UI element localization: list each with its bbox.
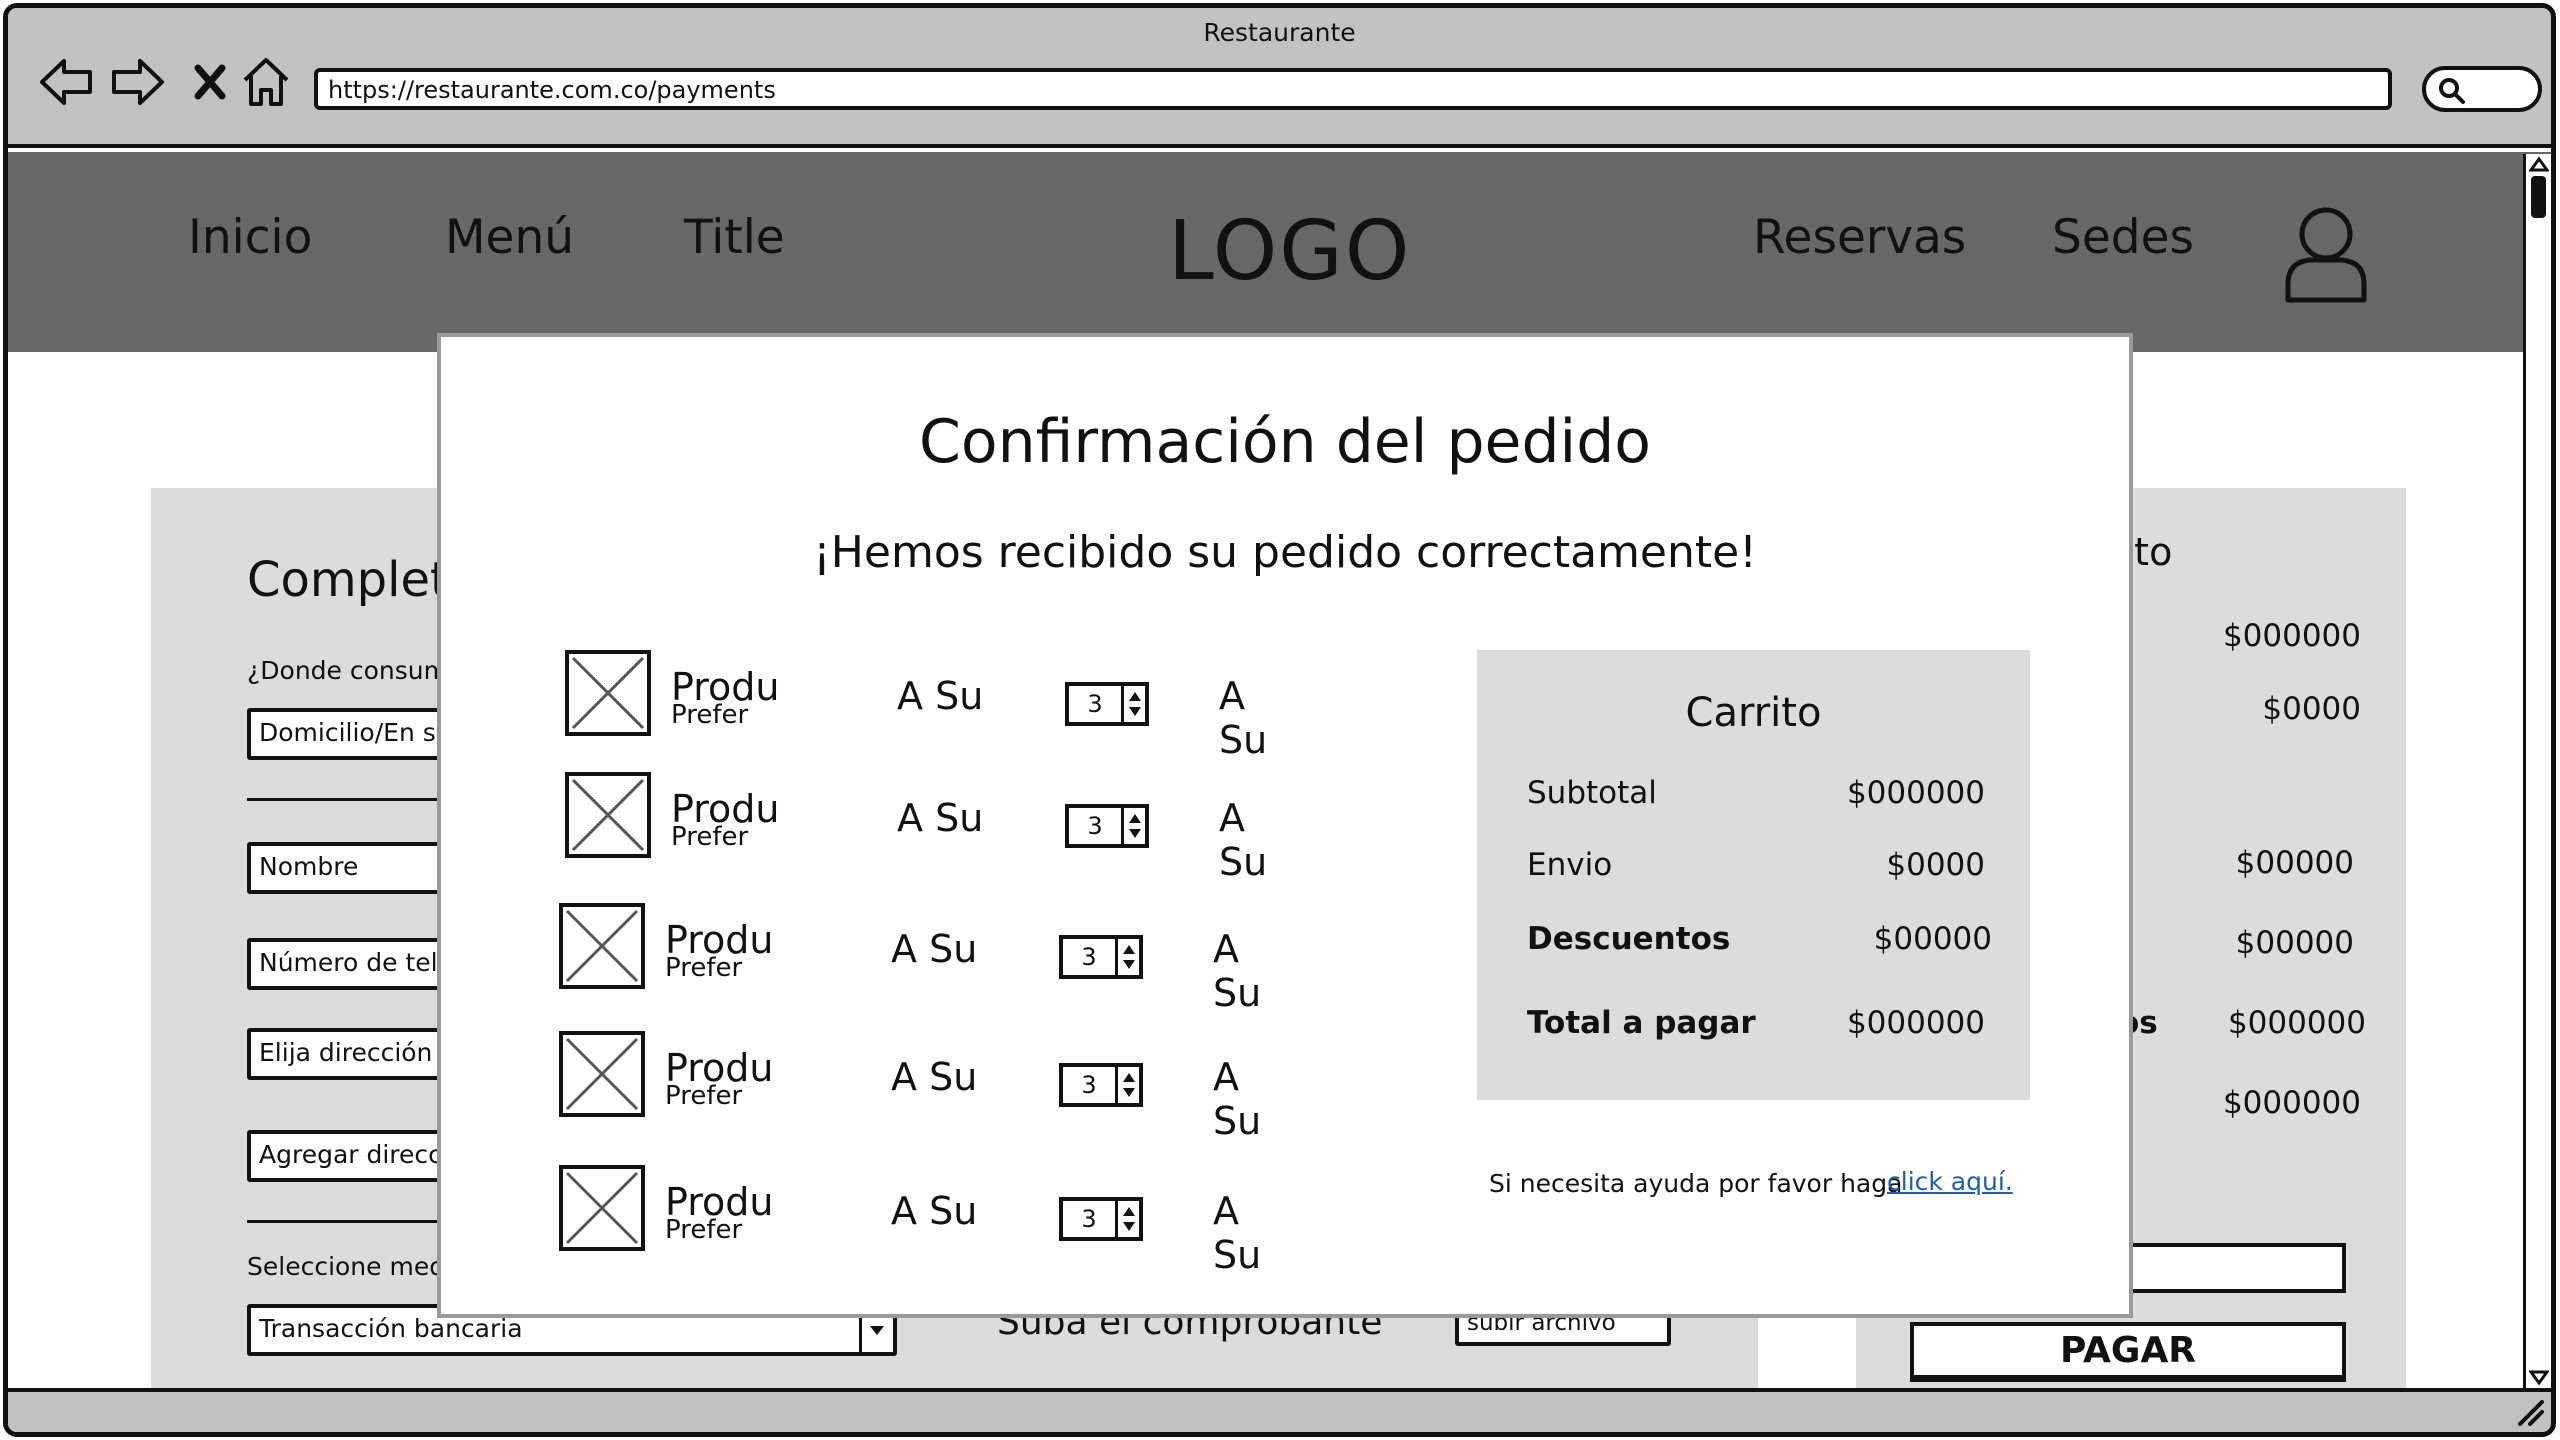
nav-reservas[interactable]: Reservas: [1753, 210, 1966, 265]
item-cell: A Su: [891, 1055, 978, 1099]
envio-value: $0000: [1886, 847, 1985, 883]
product-image-placeholder: [559, 903, 645, 989]
product-description: Prefer: [671, 822, 749, 852]
payment-label: Seleccione med: [247, 1252, 446, 1281]
user-icon[interactable]: [2280, 204, 2372, 308]
url-bar[interactable]: https://restaurante.com.co/payments: [314, 68, 2392, 110]
item-cell: A Su: [897, 674, 984, 718]
divider: [247, 798, 447, 801]
help-link[interactable]: click aquí.: [1887, 1167, 2013, 1196]
modal-title: Confirmación del pedido: [918, 407, 1651, 477]
divider: [247, 1220, 447, 1223]
item-cell: A Su: [891, 1189, 978, 1233]
item-cell: A Su: [1213, 927, 1262, 1015]
total-value: $000000: [1846, 1005, 1985, 1041]
subtotal-label: Subtotal: [1527, 775, 1657, 811]
quantity-stepper[interactable]: 3: [1059, 1063, 1143, 1107]
product-image-placeholder: [559, 1165, 645, 1251]
browser-window: Restaurante https://restaurante.com.co/p…: [3, 3, 2556, 1437]
browser-search-field[interactable]: [2422, 66, 2542, 112]
stepper-arrows-icon[interactable]: [1115, 939, 1139, 975]
order-item-row: Produ Prefer A Su 3 A Su: [559, 1165, 1261, 1277]
coupon-field[interactable]: [2116, 1243, 2346, 1293]
pay-button[interactable]: PAGAR: [1910, 1322, 2346, 1382]
scroll-up-icon[interactable]: [2529, 156, 2549, 172]
quantity-stepper[interactable]: 3: [1065, 804, 1149, 848]
cart-value: $00000: [2235, 845, 2354, 881]
product-description: Prefer: [665, 1215, 743, 1245]
quantity-value: 3: [1081, 1071, 1097, 1099]
order-item-row: Produ Prefer A Su 3 A Su: [565, 772, 1267, 884]
product-image-placeholder: [559, 1031, 645, 1117]
search-icon: [2439, 78, 2465, 104]
browser-chrome: Restaurante https://restaurante.com.co/p…: [8, 8, 2551, 148]
stepper-arrows-icon[interactable]: [1115, 1201, 1139, 1237]
resize-grip-icon[interactable]: [2514, 1396, 2546, 1428]
top-navigation: Inicio Menú Title LOGO Reservas Sedes: [8, 152, 2551, 352]
quantity-stepper[interactable]: 3: [1059, 935, 1143, 979]
item-cell: A Su: [897, 796, 984, 840]
product-description: Prefer: [671, 700, 749, 730]
stepper-arrows-icon[interactable]: [1121, 686, 1145, 722]
cart-value: $000000: [2227, 1005, 2366, 1041]
stepper-arrows-icon[interactable]: [1115, 1067, 1139, 1103]
back-arrow-icon[interactable]: [36, 54, 96, 110]
subtotal-value: $000000: [1846, 775, 1985, 811]
product-description: Prefer: [665, 1081, 743, 1111]
item-cell: A Su: [1213, 1189, 1262, 1277]
vertical-scrollbar[interactable]: [2523, 154, 2551, 1394]
envio-label: Envio: [1527, 847, 1613, 883]
total-label: Total a pagar: [1527, 1005, 1756, 1041]
item-cell: A Su: [891, 927, 978, 971]
quantity-value: 3: [1081, 943, 1097, 971]
cart-value: $0000: [2262, 691, 2361, 727]
product-image-placeholder: [565, 650, 651, 736]
close-icon[interactable]: [180, 54, 240, 110]
home-icon[interactable]: [236, 54, 296, 110]
nav-sedes[interactable]: Sedes: [2052, 210, 2194, 265]
nav-title[interactable]: Title: [684, 210, 785, 265]
forward-arrow-icon[interactable]: [108, 54, 168, 110]
cart-value: $000000: [2222, 618, 2361, 654]
quantity-value: 3: [1087, 690, 1103, 718]
order-item-row: Produ Prefer A Su 3 A Su: [559, 1031, 1261, 1143]
scroll-down-icon[interactable]: [2529, 1370, 2549, 1386]
descuentos-value: $00000: [1873, 921, 1992, 957]
quantity-value: 3: [1081, 1205, 1097, 1233]
cart-value: $00000: [2235, 925, 2354, 961]
cart-value: $000000: [2222, 1085, 2361, 1121]
product-description: Prefer: [665, 953, 743, 983]
item-cell: A Su: [1213, 1055, 1262, 1143]
cart-summary: Carrito Subtotal $000000 Envio $0000 Des…: [1477, 650, 2030, 1100]
order-item-row: Produ Prefer A Su 3 A Su: [565, 650, 1267, 762]
order-item-row: Produ Prefer A Su 3 A Su: [559, 903, 1261, 1015]
item-cell: A Su: [1219, 796, 1268, 884]
stepper-arrows-icon[interactable]: [1121, 808, 1145, 844]
cart-title: Carrito: [1685, 690, 1822, 736]
logo[interactable]: LOGO: [1168, 204, 1411, 299]
window-title: Restaurante: [1203, 18, 1356, 47]
product-image-placeholder: [565, 772, 651, 858]
help-text: Si necesita ayuda por favor haga: [1489, 1169, 1903, 1198]
nav-inicio[interactable]: Inicio: [188, 210, 312, 265]
order-confirmation-modal: Confirmación del pedido ¡Hemos recibido …: [437, 333, 2133, 1318]
status-bar: [8, 1388, 2551, 1432]
quantity-stepper[interactable]: 3: [1059, 1197, 1143, 1241]
quantity-stepper[interactable]: 3: [1065, 682, 1149, 726]
modal-subtitle: ¡Hemos recibido su pedido correctamente!: [813, 527, 1757, 578]
descuentos-label: Descuentos: [1527, 921, 1731, 957]
quantity-value: 3: [1087, 812, 1103, 840]
scroll-thumb[interactable]: [2531, 176, 2546, 218]
item-cell: A Su: [1219, 674, 1268, 762]
consume-label: ¿Donde consum: [247, 656, 448, 685]
nav-menu[interactable]: Menú: [445, 210, 574, 265]
